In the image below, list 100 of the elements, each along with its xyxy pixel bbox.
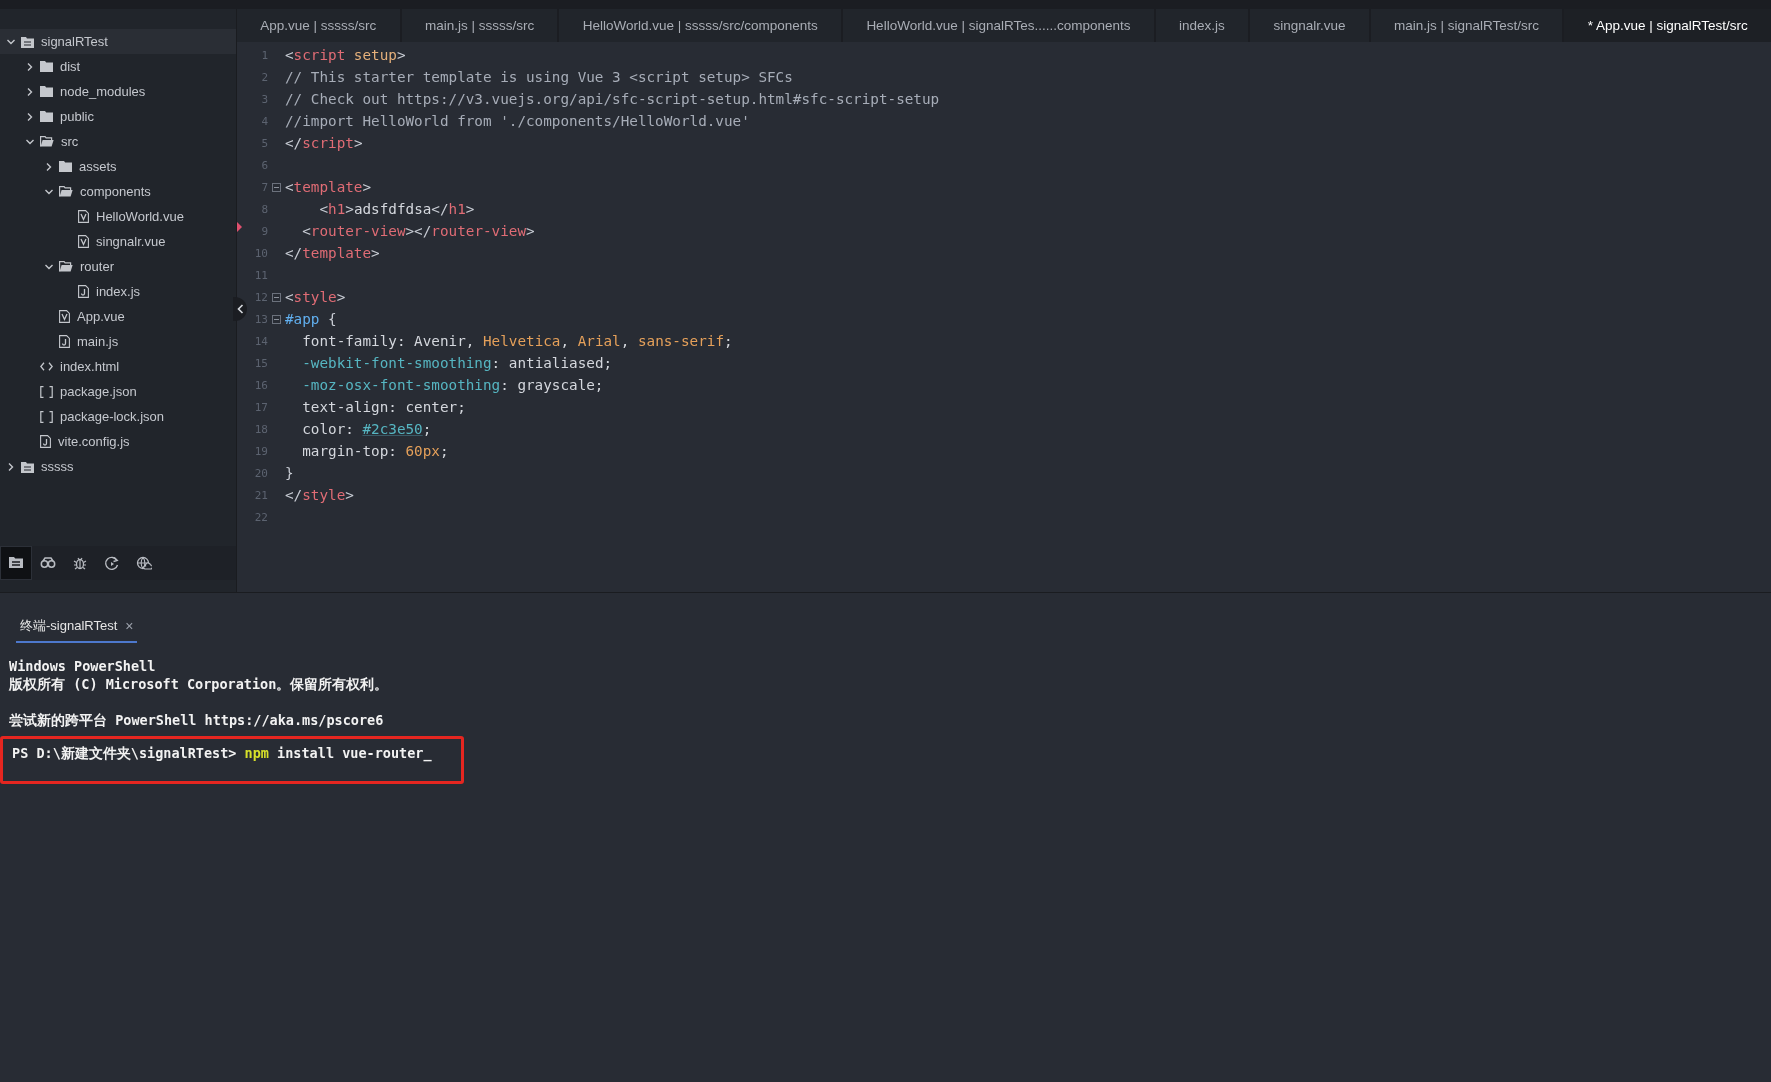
tree-item-label[interactable]: router	[80, 259, 114, 274]
tree-item-label[interactable]: vite.config.js	[58, 434, 130, 449]
tree-item-label[interactable]: dist	[60, 59, 81, 74]
line-number: 19	[253, 444, 268, 458]
editor-tab[interactable]: App.vue | sssss/src	[237, 9, 400, 42]
code-line: -moz-osx-font-smoothing: grayscale;	[301, 377, 604, 393]
chevron-right-icon[interactable]	[25, 86, 35, 97]
code-line: <router-view></router-view>	[301, 223, 535, 239]
line-number: 22	[253, 510, 268, 524]
code-line: <h1>adsfdfdsa</h1>	[318, 201, 475, 217]
tree-item-label[interactable]: main.js	[77, 334, 119, 349]
tree-item-label[interactable]: App.vue	[77, 309, 125, 324]
code-line: </style>	[285, 487, 354, 503]
tree-item-label[interactable]: singnalr.vue	[96, 234, 166, 249]
editor-tab[interactable]: main.js | sssss/src	[401, 9, 558, 42]
tree-item-label[interactable]: components	[80, 184, 151, 199]
line-number: 18	[253, 422, 268, 436]
code-line: margin-top: 60px;	[301, 443, 449, 459]
brackets-icon	[40, 385, 53, 398]
tree-item-label[interactable]: src	[61, 134, 79, 149]
js-file-icon	[40, 435, 51, 448]
chevron-right-icon[interactable]	[25, 111, 35, 122]
line-number: 10	[253, 246, 268, 260]
line-number: 21	[253, 488, 268, 502]
line-number: 15	[253, 356, 268, 370]
editor-tab[interactable]: HelloWorld.vue | sssss/src/components	[559, 9, 842, 42]
brackets-icon	[40, 410, 53, 423]
code-line: // Check out https://v3.vuejs.org/api/sfc-script-setup.html#sfc-script-setup	[285, 91, 940, 107]
refresh-play-icon	[104, 555, 120, 571]
editor-tab[interactable]: singnalr.vue	[1250, 9, 1369, 42]
code-line: // This starter template is using Vue 3 <script setup> SFCs	[285, 69, 793, 85]
chevron-right-icon[interactable]	[6, 461, 16, 472]
tree-item-label[interactable]: HelloWorld.vue	[96, 209, 184, 224]
code-line: #app {	[285, 311, 337, 327]
folder-icon	[59, 186, 73, 197]
command-name: npm	[244, 745, 269, 761]
code-line: -webkit-font-smoothing: antialiased;	[301, 355, 613, 371]
code-line: text-align: center;	[301, 399, 466, 415]
collapse-handle[interactable]	[233, 297, 247, 321]
code-line: font-family: Avenir, Helvetica, Arial, sans-serif;	[301, 333, 733, 349]
tree-item-label[interactable]: sssss	[41, 459, 74, 474]
line-number: 8	[260, 202, 268, 216]
chevron-right-icon[interactable]	[44, 161, 54, 172]
code-line: </template>	[285, 245, 380, 261]
code-line: color: #2c3e50;	[301, 421, 432, 437]
folder-icon	[40, 111, 53, 122]
tree-item-label[interactable]: package.json	[60, 384, 137, 399]
line-number: 4	[260, 114, 268, 128]
line-number: 6	[260, 158, 268, 172]
chevron-left-icon	[236, 304, 244, 314]
line-number: 3	[260, 92, 268, 106]
terminal-tab[interactable]: 终端-signalRTest ×	[16, 613, 138, 643]
tree-item-label[interactable]: public	[60, 109, 94, 124]
js-file-icon	[78, 285, 89, 298]
close-icon[interactable]: ×	[125, 618, 134, 634]
terminal-line: Windows PowerShell	[9, 657, 157, 675]
project-icon	[21, 35, 34, 48]
line-number: 12	[253, 290, 268, 304]
command-arguments: install vue-router	[277, 745, 424, 761]
line-number: 20	[253, 466, 268, 480]
fold-icon[interactable]	[272, 292, 281, 302]
line-number: 5	[260, 136, 268, 150]
line-number: 16	[253, 378, 268, 392]
vue-file-icon	[78, 235, 89, 248]
tree-item-label[interactable]: package-lock.json	[60, 409, 165, 424]
text-cursor: _	[423, 745, 432, 761]
line-number: 13	[253, 312, 268, 326]
tree-item-label[interactable]: node_modules	[60, 84, 146, 99]
code-line: <template>	[285, 179, 372, 195]
line-number: 14	[253, 334, 268, 348]
code-line: <script setup>	[285, 47, 406, 63]
folder-icon	[40, 136, 54, 147]
editor-tab[interactable]: main.js | signalRTest/src	[1370, 9, 1563, 42]
line-number: 17	[253, 400, 268, 414]
editor-tab[interactable]: HelloWorld.vue | signalRTes......components	[843, 9, 1154, 42]
toolbar-button[interactable]	[0, 546, 32, 580]
editor-tab[interactable]: index.js	[1155, 9, 1249, 42]
line-number: 1	[260, 48, 268, 62]
code-line: <style>	[285, 289, 346, 305]
folder-icon	[59, 261, 73, 272]
tree-item-label[interactable]: signalRTest	[41, 34, 108, 49]
line-number: 9	[260, 224, 268, 238]
tree-item-label[interactable]: assets	[79, 159, 117, 174]
tree-item-label[interactable]: index.js	[96, 284, 141, 299]
code-file-icon	[40, 362, 53, 371]
prompt-path: PS D:\新建文件夹\signalRTest>	[12, 745, 237, 761]
folder-icon	[59, 161, 72, 172]
project-icon	[21, 460, 34, 473]
fold-icon[interactable]	[272, 314, 281, 324]
code-line: </script>	[285, 135, 363, 151]
folder-icon	[40, 61, 53, 72]
fold-icon[interactable]	[272, 182, 281, 192]
js-file-icon	[59, 335, 70, 348]
line-number: 7	[260, 180, 268, 194]
terminal-line: 尝试新的跨平台 PowerShell https://aka.ms/pscore6	[9, 711, 385, 729]
chevron-right-icon[interactable]	[25, 61, 35, 72]
terminal-line: 版权所有 (C) Microsoft Corporation。保留所有权利。	[9, 675, 390, 693]
line-number: 2	[260, 70, 268, 84]
vue-file-icon	[59, 310, 70, 323]
tree-item-label[interactable]: index.html	[60, 359, 120, 374]
